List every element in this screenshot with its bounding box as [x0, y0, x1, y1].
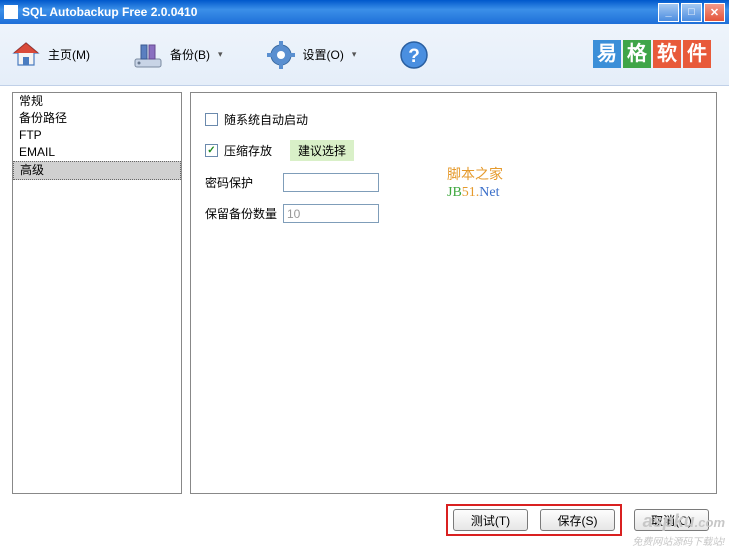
keepcount-label: 保留备份数量 — [205, 205, 283, 222]
gear-icon — [265, 39, 297, 71]
logo-char4: 件 — [683, 40, 711, 68]
backup-button[interactable]: 备份(B) ▾ — [132, 39, 223, 71]
home-icon — [10, 39, 42, 71]
sidebar-item-advanced[interactable]: 高级 — [13, 161, 181, 180]
compress-hint: 建议选择 — [290, 140, 354, 161]
sidebar-item-general[interactable]: 常规 — [13, 93, 181, 110]
test-button[interactable]: 测试(T) — [453, 509, 528, 531]
sidebar-item-email[interactable]: EMAIL — [13, 144, 181, 161]
close-button[interactable]: ✕ — [704, 3, 725, 22]
footer-watermark: aspku.com 免费网站源码下载站! — [632, 513, 725, 551]
save-button[interactable]: 保存(S) — [540, 509, 615, 531]
autostart-checkbox[interactable] — [205, 113, 218, 126]
compress-label: 压缩存放 — [224, 142, 272, 159]
minimize-button[interactable]: _ — [658, 3, 679, 22]
password-label: 密码保护 — [205, 174, 283, 191]
home-button[interactable]: 主页(M) — [10, 39, 90, 71]
svg-text:?: ? — [409, 46, 421, 67]
form-panel: 随系统自动启动 压缩存放 建议选择 密码保护 保留备份数量 脚本之家 JB51.… — [190, 92, 717, 494]
button-bar: 测试(T) 保存(S) 取消(C) — [0, 500, 729, 546]
autostart-label: 随系统自动启动 — [224, 111, 308, 128]
autostart-row: 随系统自动启动 — [205, 111, 702, 128]
logo-char2: 格 — [623, 40, 651, 68]
logo-char3: 软 — [653, 40, 681, 68]
chevron-down-icon: ▾ — [218, 49, 223, 60]
home-label: 主页(M) — [48, 46, 90, 63]
compress-checkbox[interactable] — [205, 144, 218, 157]
titlebar: SQL Autobackup Free 2.0.0410 _ □ ✕ — [0, 0, 729, 24]
logo-char1: 易 — [593, 40, 621, 68]
window-title: SQL Autobackup Free 2.0.0410 — [22, 5, 658, 19]
help-icon: ? — [398, 39, 430, 71]
chevron-down-icon: ▾ — [352, 49, 357, 60]
app-icon — [4, 5, 18, 19]
compress-row: 压缩存放 建议选择 — [205, 140, 702, 161]
backup-icon — [132, 39, 164, 71]
sidebar-item-ftp[interactable]: FTP — [13, 127, 181, 144]
password-row: 密码保护 — [205, 173, 702, 192]
settings-label: 设置(O) — [303, 46, 344, 63]
window-controls: _ □ ✕ — [658, 3, 725, 22]
settings-button[interactable]: 设置(O) ▾ — [265, 39, 357, 71]
sidebar: 常规 备份路径 FTP EMAIL 高级 — [12, 92, 182, 494]
keepcount-row: 保留备份数量 — [205, 204, 702, 223]
maximize-button[interactable]: □ — [681, 3, 702, 22]
help-button[interactable]: ? — [398, 39, 430, 71]
brand-logo: 易格软件 — [591, 40, 711, 68]
sidebar-item-backup-path[interactable]: 备份路径 — [13, 110, 181, 127]
backup-label: 备份(B) — [170, 46, 210, 63]
password-input[interactable] — [283, 173, 379, 192]
toolbar: 主页(M) 备份(B) ▾ 设置(O) ▾ ? 易格软件 — [0, 24, 729, 86]
highlighted-buttons: 测试(T) 保存(S) — [446, 504, 622, 536]
content-area: 常规 备份路径 FTP EMAIL 高级 随系统自动启动 压缩存放 建议选择 密… — [0, 86, 729, 500]
keepcount-input[interactable] — [283, 204, 379, 223]
